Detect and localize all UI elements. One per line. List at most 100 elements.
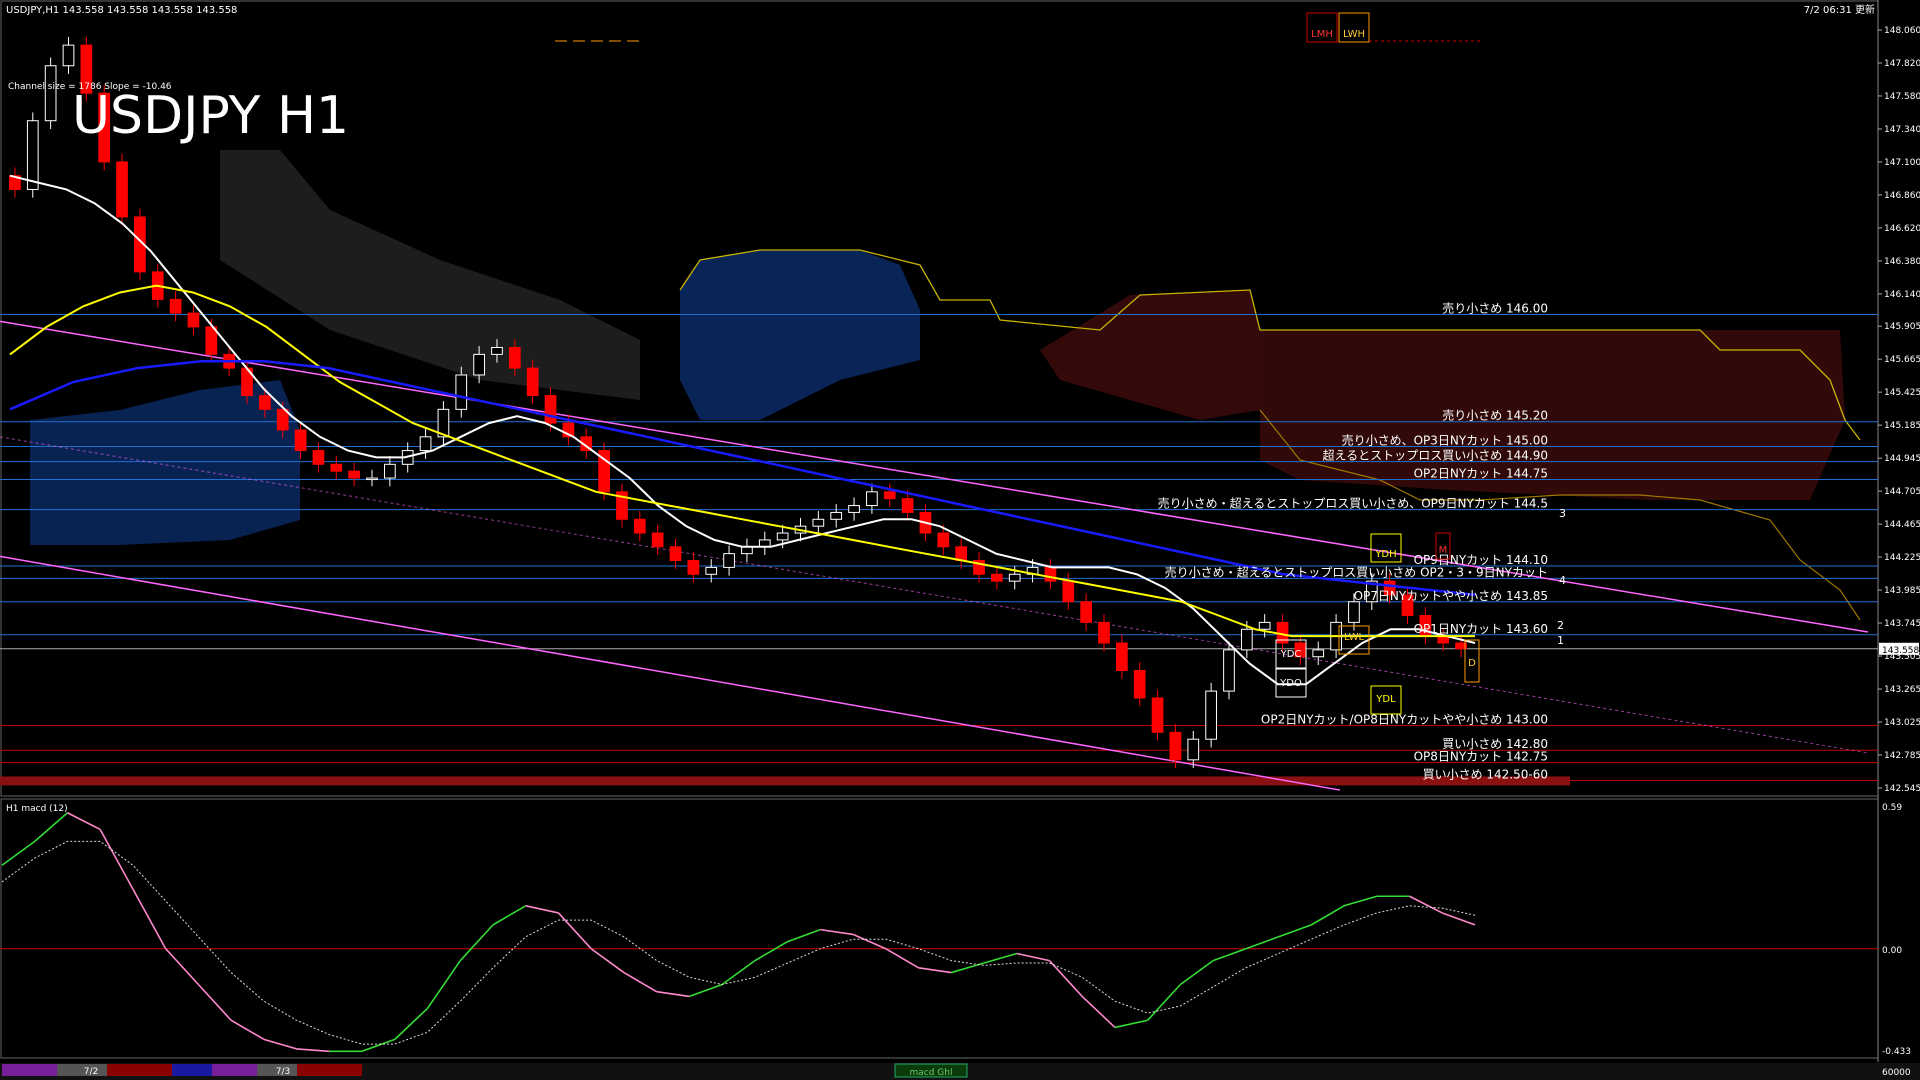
candle-body: [848, 505, 860, 513]
price-tick-label: 144.705: [1884, 487, 1920, 497]
candle-body: [687, 560, 700, 575]
price-tick-label: 147.340: [1884, 125, 1920, 135]
candle-body: [705, 566, 718, 575]
candle-body: [866, 491, 878, 507]
candle-body: [383, 463, 396, 479]
candle-body: [508, 346, 521, 369]
candle-body: [1258, 621, 1271, 630]
annotation-label: 売り小さめ・超えるとストップロス買い小さめ OP2・3・9日NYカット: [1165, 564, 1548, 579]
candle-body: [312, 450, 325, 465]
annotation-label: OP8日NYカット 142.75: [1414, 750, 1548, 764]
price-tick-label: 148.060: [1884, 26, 1920, 36]
candle-body: [491, 346, 503, 355]
price-tick-label: 146.860: [1884, 191, 1920, 201]
cloud-red-2: [1260, 330, 1845, 500]
big-title: USDJPY H1: [72, 86, 349, 146]
annotation-label: 売り小さめ 145.20: [1442, 408, 1548, 423]
current-price-label: 143.558: [1882, 646, 1919, 656]
price-tick-label: 146.140: [1884, 290, 1920, 300]
candle-body: [776, 532, 789, 541]
price-tick-label: 146.380: [1884, 257, 1920, 267]
price-tick-label: 147.580: [1884, 92, 1920, 102]
candle-body: [723, 553, 735, 568]
price-tick-label: 147.100: [1884, 158, 1920, 168]
candle-body: [1080, 601, 1093, 623]
annotation-label: OP1日NYカット 143.60: [1414, 622, 1548, 636]
price-tick-label: 146.620: [1884, 224, 1920, 234]
candle-body: [1240, 628, 1253, 651]
candle-body: [62, 44, 75, 67]
candle-body: [991, 573, 1003, 582]
level-mark-1: 1: [1557, 634, 1564, 647]
candle-body: [116, 161, 128, 218]
m-label: M: [1439, 545, 1448, 556]
annotation-label: 売り小さめ、OP3日NYカット 145.00: [1342, 432, 1548, 447]
bottom-bar: 7/2 7/3 macd Ghl 60000: [0, 1063, 1920, 1080]
price-tick-label: 143.025: [1884, 718, 1920, 728]
symbol-info: USDJPY,H1 143.558 143.558 143.558 143.55…: [6, 5, 237, 16]
chart-canvas: 売り小さめ 146.00 売り小さめ 145.20 売り小さめ、OP3日NYカット …: [0, 0, 1920, 1080]
candle-body: [633, 518, 646, 534]
price-tick-label: 143.745: [1884, 619, 1920, 629]
candle-body: [1187, 738, 1200, 761]
date-label-1: 7/2: [84, 1067, 98, 1077]
price-tick-label: 145.665: [1884, 355, 1920, 365]
candle-body: [883, 491, 896, 500]
candle-body: [348, 470, 361, 479]
candle-body: [330, 463, 343, 472]
candle-body: [544, 395, 557, 424]
price-tick-label: 147.820: [1884, 59, 1920, 69]
candle-body: [26, 120, 39, 190]
candle-body: [1115, 642, 1128, 671]
lwh-label: LWH: [1343, 29, 1365, 40]
candle-body: [473, 353, 485, 376]
price-tick-label: 144.945: [1884, 454, 1920, 464]
macd-tick-top: 0.59: [1882, 803, 1902, 813]
price-tick-label: 143.985: [1884, 586, 1920, 596]
candle-body: [1133, 669, 1146, 699]
price-tick-label: 145.425: [1884, 388, 1920, 398]
macd-tick-zero: 0.00: [1882, 946, 1902, 956]
candle-body: [1098, 621, 1110, 644]
datetime-label: 7/2 06:31 更新: [1804, 3, 1875, 16]
d-label: D: [1468, 658, 1476, 669]
candle-body: [937, 532, 950, 548]
macd-tab-label[interactable]: macd Ghl: [910, 1068, 953, 1078]
candle-body: [44, 65, 57, 122]
candle-body: [830, 511, 843, 520]
candle-body: [1062, 580, 1075, 603]
candle-body: [1348, 601, 1360, 623]
candle-body: [901, 498, 914, 513]
candle-body: [294, 429, 307, 452]
candle-body: [758, 539, 771, 548]
annotation-label: 買い小さめ 142.50-60: [1423, 767, 1548, 781]
level-mark-3: 3: [1559, 507, 1566, 520]
ydc-label: YDC: [1280, 649, 1302, 660]
candle-body: [741, 546, 753, 555]
candle-body: [366, 477, 378, 481]
lwl-label: LWL: [1344, 632, 1365, 643]
macd-tick-bottom: -0.433: [1882, 1047, 1911, 1057]
price-tick-label: 143.265: [1884, 685, 1920, 695]
ydh-label: YDH: [1374, 549, 1396, 560]
annotation-label: 超えるとストップロス買い小さめ 144.90: [1323, 448, 1548, 463]
price-tick-label: 145.185: [1884, 421, 1920, 431]
lmh-label: LMH: [1311, 29, 1333, 40]
support-band: [0, 776, 1570, 786]
candle-body: [1205, 690, 1217, 740]
level-mark-4: 4: [1559, 574, 1566, 587]
candle-body: [169, 298, 182, 314]
annotation-label: OP2日NYカット 144.75: [1414, 466, 1548, 480]
candle-body: [955, 546, 968, 562]
price-tick-label: 144.465: [1884, 520, 1920, 530]
annotation-label: OP2日NYカット/OP8日NYカットやや小さめ 143.00: [1261, 712, 1548, 726]
annotation-label: 売り小さめ 146.00: [1442, 301, 1548, 316]
price-tick-label: 145.905: [1884, 322, 1920, 332]
candle-body: [1223, 649, 1235, 692]
ydo-label: YDO: [1279, 678, 1302, 689]
bottom-right-value: 60000: [1882, 1068, 1911, 1078]
candle-body: [419, 436, 432, 452]
price-tick-label: 142.545: [1884, 784, 1920, 794]
candle-body: [669, 546, 682, 562]
candle-body: [812, 518, 825, 527]
